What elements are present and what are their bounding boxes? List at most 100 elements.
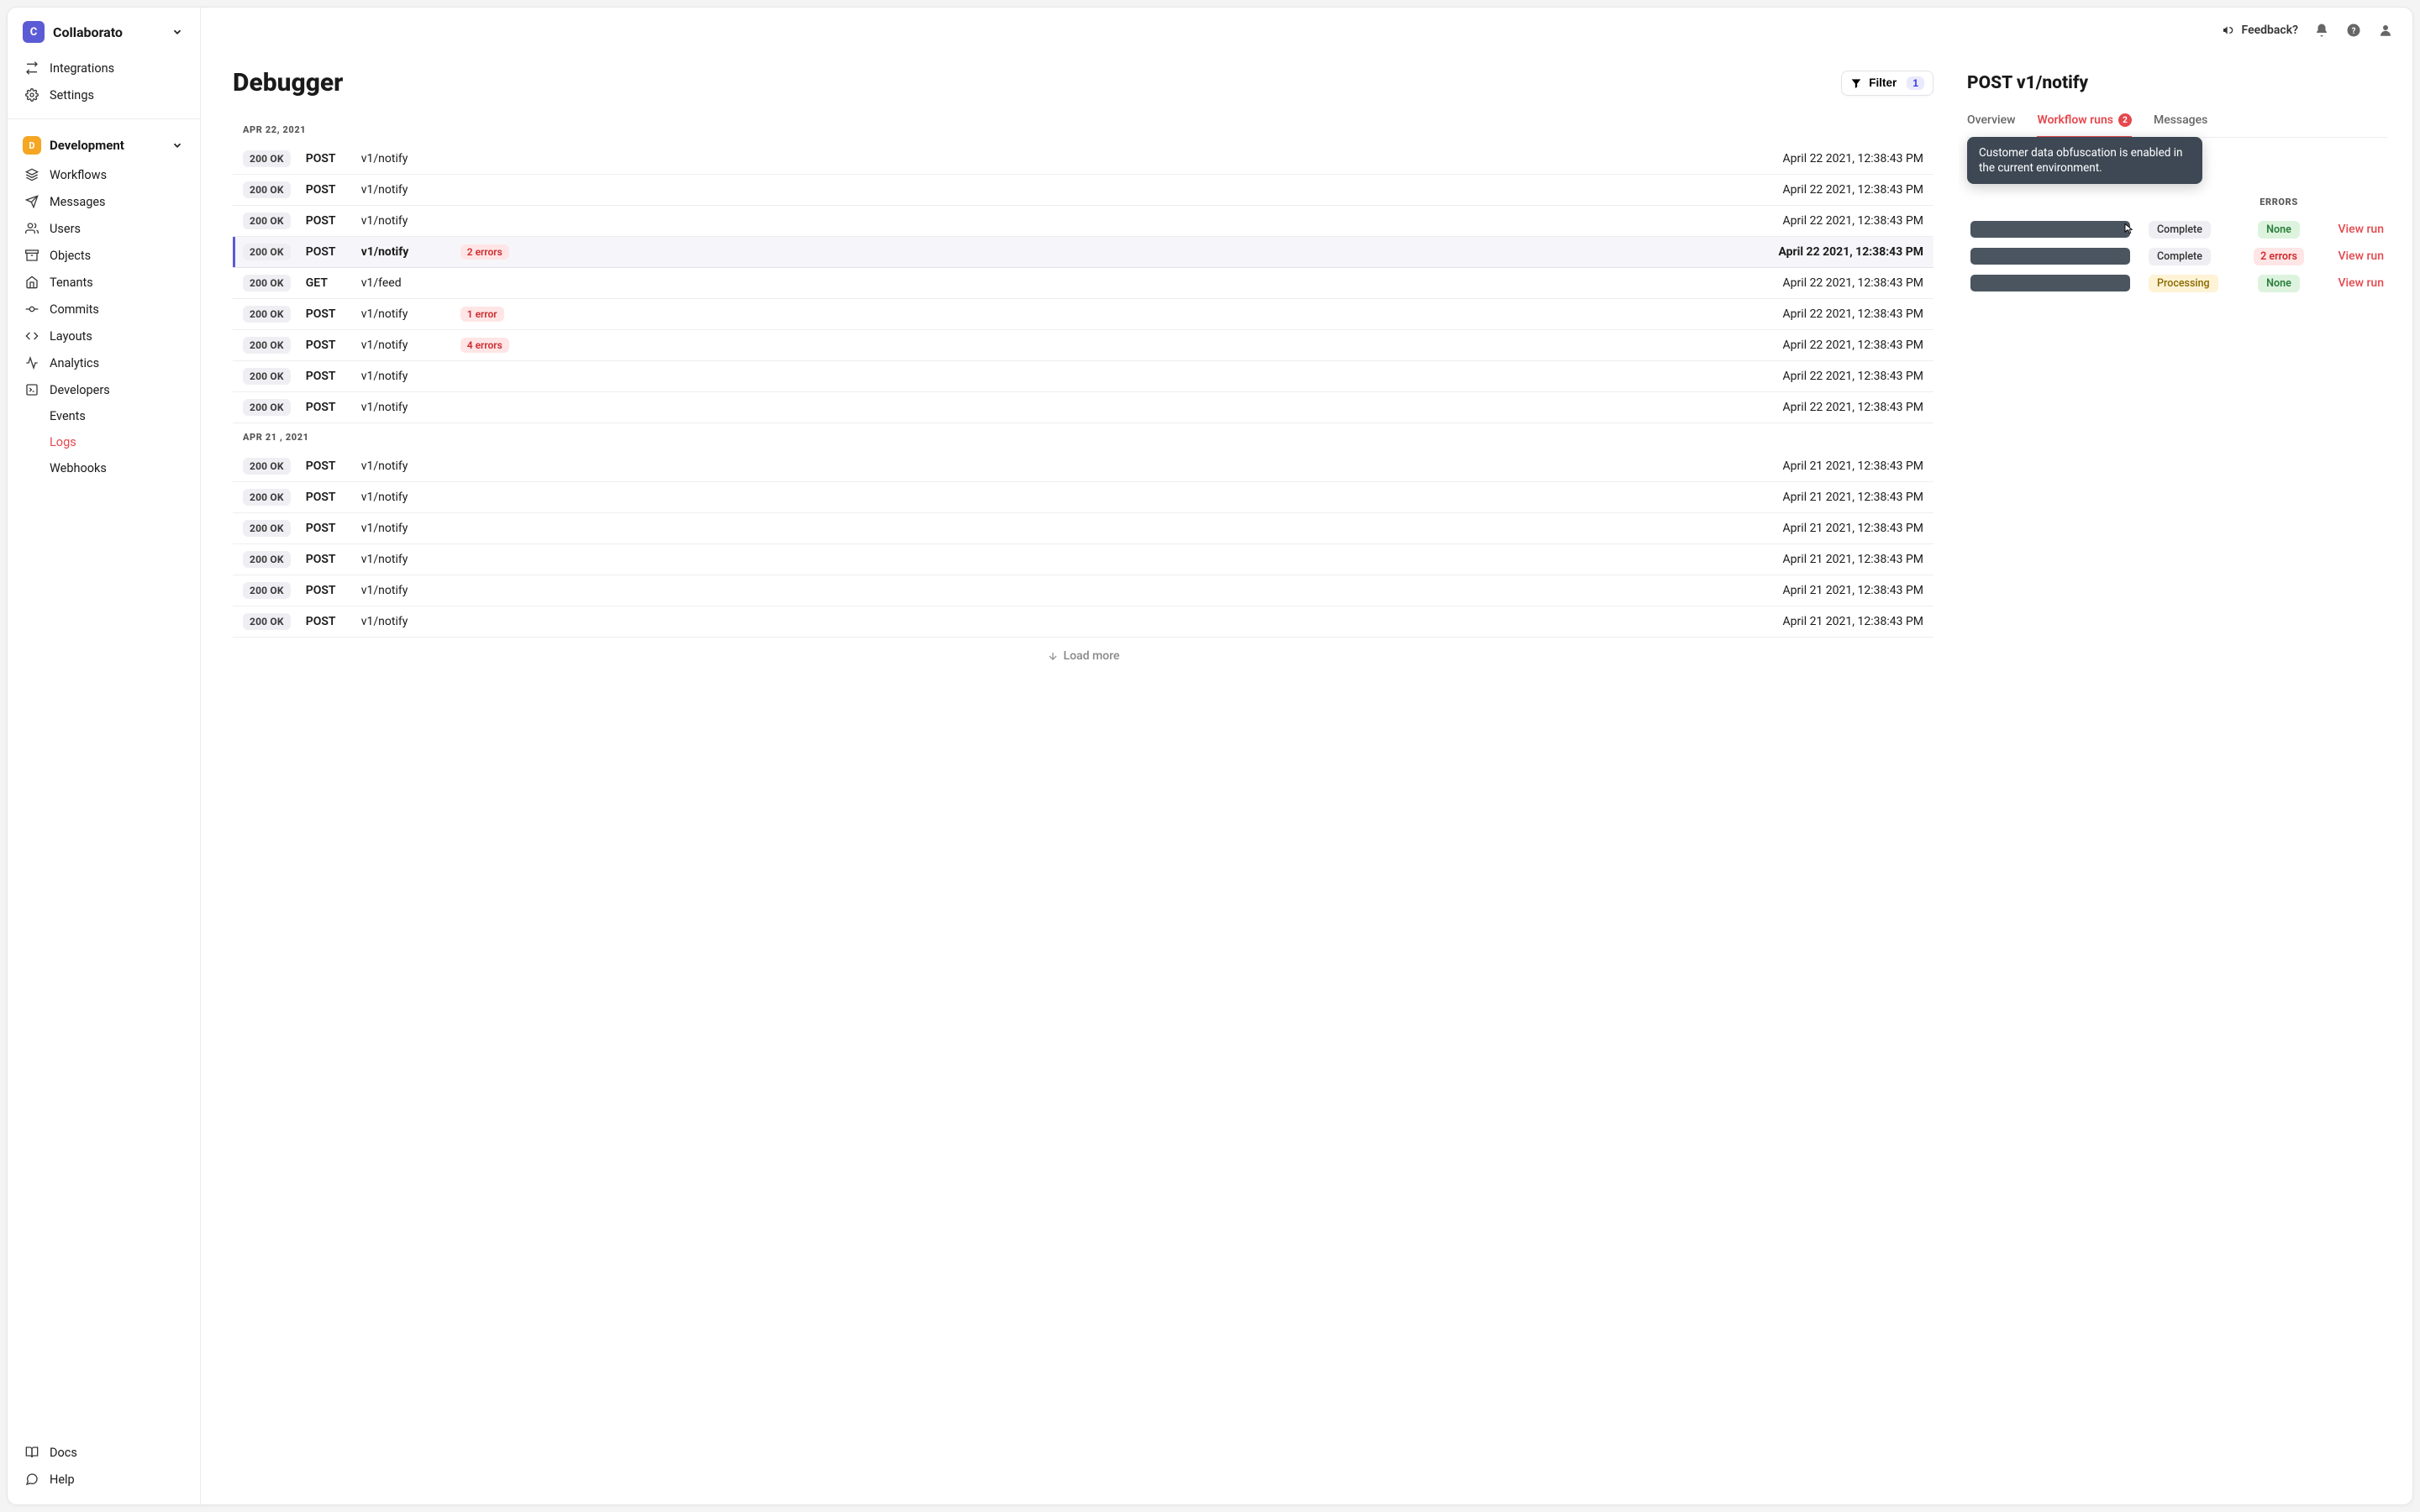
log-row[interactable]: 200 OKPOSTv1/notify4 errorsApril 22 2021… xyxy=(233,330,1933,361)
megaphone-icon xyxy=(2222,24,2235,37)
pointer-cursor-icon xyxy=(2120,223,2135,238)
tab-label: Workflow runs xyxy=(2037,113,2112,127)
feedback-button[interactable]: Feedback? xyxy=(2222,24,2298,37)
nav-commits[interactable]: Commits xyxy=(13,296,195,323)
nav-workflows[interactable]: Workflows xyxy=(13,161,195,188)
log-method: POST xyxy=(306,339,346,352)
nav-layouts[interactable]: Layouts xyxy=(13,323,195,349)
log-method: POST xyxy=(306,459,346,473)
log-row[interactable]: 200 OKPOSTv1/notifyApril 21 2021, 12:38:… xyxy=(233,606,1933,638)
tab-badge: 2 xyxy=(2118,113,2132,127)
status-pill: 200 OK xyxy=(243,489,291,506)
log-timestamp: April 22 2021, 12:38:43 PM xyxy=(1783,214,1923,228)
errors-none-pill: None xyxy=(2258,275,2300,292)
nav-messages[interactable]: Messages xyxy=(13,188,195,215)
log-row[interactable]: 200 OKPOSTv1/notifyApril 22 2021, 12:38:… xyxy=(233,206,1933,237)
nav-tenants[interactable]: Tenants xyxy=(13,269,195,296)
chevron-down-icon xyxy=(170,138,185,153)
tab-messages[interactable]: Messages xyxy=(2154,108,2207,137)
activity-icon xyxy=(24,355,39,370)
log-method: POST xyxy=(306,214,346,228)
workspace-name: Collaborato xyxy=(53,24,161,40)
nav-analytics[interactable]: Analytics xyxy=(13,349,195,376)
log-path: v1/notify xyxy=(361,183,445,197)
topbar: Feedback? ? xyxy=(201,8,2412,53)
log-row[interactable]: 200 OKPOSTv1/notifyApril 21 2021, 12:38:… xyxy=(233,544,1933,575)
section-label: Development xyxy=(50,138,161,153)
nav-events[interactable]: Events xyxy=(13,403,195,429)
send-icon xyxy=(24,194,39,209)
log-row[interactable]: 200 OKGETv1/feedApril 22 2021, 12:38:43 … xyxy=(233,268,1933,299)
log-method: GET xyxy=(306,276,346,290)
svg-text:?: ? xyxy=(2352,27,2356,36)
log-row[interactable]: 200 OKPOSTv1/notifyApril 22 2021, 12:38:… xyxy=(233,144,1933,175)
run-status: Processing xyxy=(2149,276,2241,290)
detail-tabs: Overview Workflow runs 2 Messages Custom… xyxy=(1967,108,2387,138)
log-row[interactable]: 200 OKPOSTv1/notifyApril 22 2021, 12:38:… xyxy=(233,361,1933,392)
log-group-date: APR 22, 2021 xyxy=(233,116,1933,144)
log-row[interactable]: 200 OKPOSTv1/notifyApril 21 2021, 12:38:… xyxy=(233,451,1933,482)
errors-pill: 2 errors xyxy=(2254,248,2304,265)
filter-button[interactable]: Filter 1 xyxy=(1841,71,1933,96)
log-row[interactable]: 200 OKPOSTv1/notifyApril 21 2021, 12:38:… xyxy=(233,575,1933,606)
nav-label: Users xyxy=(50,222,81,236)
log-row[interactable]: 200 OKPOSTv1/notifyApril 21 2021, 12:38:… xyxy=(233,482,1933,513)
archive-icon xyxy=(24,248,39,263)
nav-objects[interactable]: Objects xyxy=(13,242,195,269)
nav-label: Commits xyxy=(50,302,99,317)
nav-help[interactable]: Help xyxy=(13,1466,195,1493)
section-development[interactable]: D Development xyxy=(13,129,195,161)
obfuscated-name[interactable] xyxy=(1970,221,2130,238)
log-method: POST xyxy=(306,370,346,383)
status-pill: 200 OK xyxy=(243,582,291,599)
nav-settings[interactable]: Settings xyxy=(13,81,195,108)
log-method: POST xyxy=(306,152,346,165)
log-path: v1/notify xyxy=(361,491,445,504)
nav-integrations[interactable]: Integrations xyxy=(13,55,195,81)
status-pill: 200 OK xyxy=(243,213,291,229)
filter-icon xyxy=(1850,77,1862,89)
filter-count: 1 xyxy=(1907,76,1924,90)
log-row[interactable]: 200 OKPOSTv1/notifyApril 21 2021, 12:38:… xyxy=(233,513,1933,544)
error-pill: 2 errors xyxy=(460,244,509,260)
nav-label: Layouts xyxy=(50,329,92,344)
nav-logs[interactable]: Logs xyxy=(13,429,195,455)
nav-label: Docs xyxy=(50,1446,77,1460)
log-row[interactable]: 200 OKPOSTv1/notifyApril 22 2021, 12:38:… xyxy=(233,175,1933,206)
swap-icon xyxy=(24,60,39,76)
log-timestamp: April 22 2021, 12:38:43 PM xyxy=(1783,339,1923,352)
log-row[interactable]: 200 OKPOSTv1/notifyApril 22 2021, 12:38:… xyxy=(233,392,1933,423)
nav-users[interactable]: Users xyxy=(13,215,195,242)
detail-title: POST v1/notify xyxy=(1967,73,2387,93)
log-method: POST xyxy=(306,522,346,535)
view-run-link[interactable]: View run xyxy=(2338,249,2384,263)
tab-overview[interactable]: Overview xyxy=(1967,108,2015,137)
gear-icon xyxy=(24,87,39,102)
obfuscated-name[interactable] xyxy=(1970,248,2130,265)
log-timestamp: April 21 2021, 12:38:43 PM xyxy=(1783,522,1923,535)
log-row[interactable]: 200 OKPOSTv1/notify2 errorsApril 22 2021… xyxy=(233,237,1933,268)
log-path: v1/notify xyxy=(361,615,445,628)
log-timestamp: April 21 2021, 12:38:43 PM xyxy=(1783,584,1923,597)
status-pill: 200 OK xyxy=(243,150,291,167)
log-method: POST xyxy=(306,553,346,566)
git-commit-icon xyxy=(24,302,39,317)
nav-webhooks[interactable]: Webhooks xyxy=(13,455,195,481)
bell-icon[interactable] xyxy=(2313,22,2330,39)
log-method: POST xyxy=(306,491,346,504)
help-icon[interactable]: ? xyxy=(2345,22,2362,39)
col-errors: ERRORS xyxy=(2241,197,2317,207)
obfuscated-name[interactable] xyxy=(1970,275,2130,291)
nav-label: Messages xyxy=(50,195,106,209)
log-method: POST xyxy=(306,307,346,321)
status-pill: 200 OK xyxy=(243,306,291,323)
workspace-switcher[interactable]: C Collaborato xyxy=(8,8,200,53)
nav-docs[interactable]: Docs xyxy=(13,1439,195,1466)
view-run-link[interactable]: View run xyxy=(2338,276,2384,290)
nav-developers[interactable]: Developers xyxy=(13,376,195,403)
tab-workflow-runs[interactable]: Workflow runs 2 xyxy=(2037,108,2131,137)
user-icon[interactable] xyxy=(2377,22,2394,39)
load-more-button[interactable]: Load more xyxy=(233,638,1933,675)
view-run-link[interactable]: View run xyxy=(2338,223,2384,236)
log-row[interactable]: 200 OKPOSTv1/notify1 errorApril 22 2021,… xyxy=(233,299,1933,330)
